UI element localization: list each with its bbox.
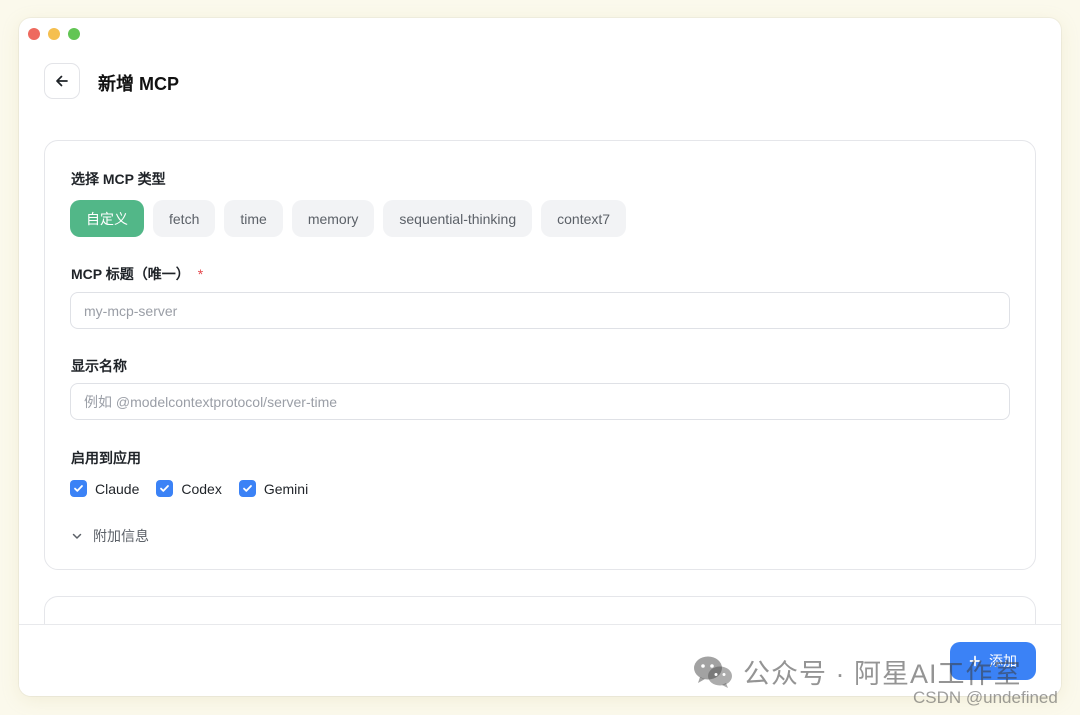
- checkbox-checked-icon[interactable]: [156, 480, 174, 497]
- type-chip-fetch[interactable]: fetch: [153, 200, 216, 237]
- maximize-window-button[interactable]: [68, 28, 80, 40]
- app-checkbox-label: Claude: [95, 480, 140, 497]
- type-chip-group: 自定义 fetch time memory sequential-thinkin…: [70, 200, 627, 237]
- wechat-watermark-text: 公众号 · 阿星AI工作室: [743, 659, 1022, 689]
- minimize-window-button[interactable]: [48, 28, 60, 40]
- wechat-logo-icon: [694, 656, 732, 688]
- extra-info-label: 附加信息: [93, 528, 149, 544]
- mcp-form-card: 选择 MCP 类型 自定义 fetch time memory sequenti…: [44, 140, 1036, 570]
- wechat-watermark: 公众号 · 阿星AI工作室: [693, 652, 1022, 691]
- page-title: 新增 MCP: [98, 74, 179, 94]
- mcp-title-input[interactable]: my-mcp-server: [70, 292, 1010, 329]
- display-name-label: 显示名称: [71, 358, 127, 374]
- checkbox-checked-icon[interactable]: [70, 480, 87, 497]
- app-checkbox-label: Codex: [181, 480, 222, 497]
- app-checkbox-label: Gemini: [263, 480, 309, 497]
- chevron-down-icon: [72, 533, 82, 539]
- app-checkbox-codex[interactable]: Codex: [156, 480, 222, 497]
- type-chip-memory[interactable]: memory: [291, 200, 375, 237]
- required-mark: *: [197, 266, 204, 282]
- type-label: 选择 MCP 类型: [71, 171, 166, 187]
- mcp-title-label-text: MCP 标题（唯一）: [71, 266, 190, 282]
- apps-label: 启用到应用: [71, 450, 141, 466]
- display-name-input[interactable]: 例如 @modelcontextprotocol/server-time: [70, 383, 1010, 420]
- extra-info-toggle[interactable]: 附加信息: [71, 526, 149, 546]
- app-checkbox-claude[interactable]: Claude: [70, 480, 139, 497]
- checkbox-checked-icon[interactable]: [238, 480, 256, 497]
- app-checkbox-gemini[interactable]: Gemini: [238, 480, 309, 497]
- close-window-button[interactable]: [28, 28, 40, 40]
- type-chip-sequential-thinking[interactable]: sequential-thinking: [383, 200, 533, 237]
- apps-checkbox-group: Claude Codex Gemini: [70, 480, 308, 497]
- type-chip-time[interactable]: time: [224, 200, 283, 237]
- mcp-title-label: MCP 标题（唯一） *: [71, 264, 203, 284]
- type-chip-custom[interactable]: 自定义: [70, 200, 144, 237]
- arrow-left-icon: [56, 75, 68, 87]
- type-chip-context7[interactable]: context7: [541, 200, 627, 237]
- window-controls: [28, 28, 80, 40]
- back-button[interactable]: [44, 63, 80, 99]
- app-window: 新增 MCP 选择 MCP 类型 自定义 fetch time memory s…: [19, 18, 1061, 696]
- csdn-watermark: CSDN @undefined: [913, 688, 1058, 707]
